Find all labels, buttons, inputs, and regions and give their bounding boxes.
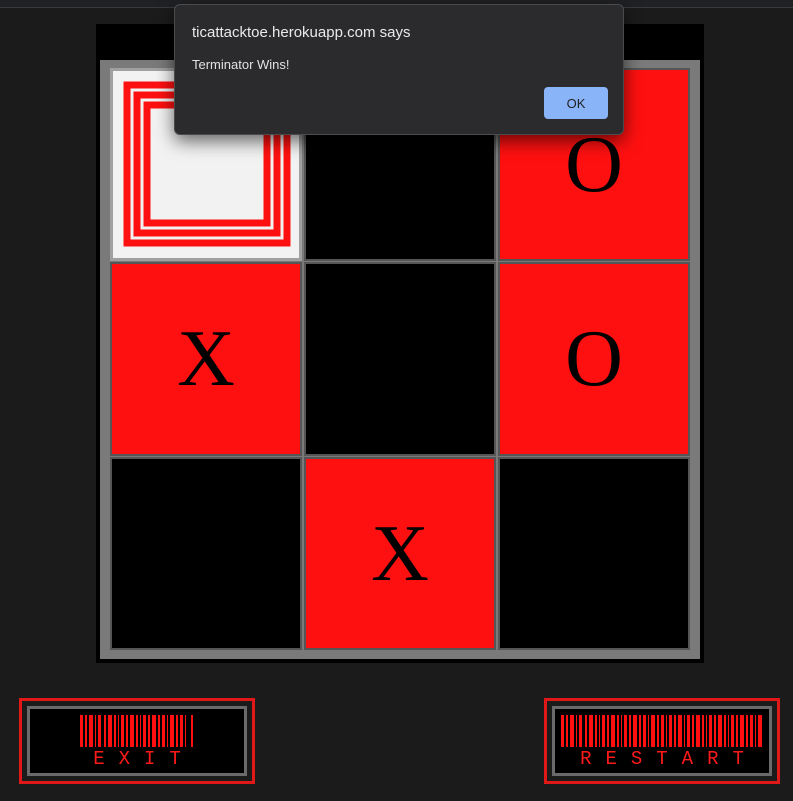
board-cell-4[interactable]: X — [110, 262, 302, 456]
board-cell-6[interactable]: O — [498, 262, 690, 456]
cell-mark: X — [371, 509, 429, 598]
barcode-icon — [561, 715, 762, 747]
dialog-message: Terminator Wins! — [192, 57, 290, 72]
barcode-icon — [80, 715, 193, 747]
restart-button-label: RESTART — [580, 748, 758, 770]
exit-button-label: EXIT — [93, 748, 195, 770]
ok-button[interactable]: OK — [544, 87, 608, 119]
board-cell-7[interactable] — [110, 457, 302, 650]
board-cell-9[interactable] — [498, 457, 690, 650]
alert-dialog: ticattacktoe.herokuapp.com says Terminat… — [174, 4, 624, 135]
exit-button-face: EXIT — [27, 706, 247, 776]
cell-mark: O — [565, 315, 623, 403]
restart-button-face: RESTART — [552, 706, 772, 776]
cell-mark: X — [177, 315, 235, 403]
dialog-title: ticattacktoe.herokuapp.com says — [192, 24, 411, 41]
exit-button[interactable]: EXIT — [19, 698, 255, 784]
board-cell-5[interactable] — [304, 262, 496, 456]
game-board: O X O X — [100, 60, 700, 659]
board-cell-8[interactable]: X — [304, 457, 496, 650]
cell-mark: O — [565, 120, 623, 209]
restart-button[interactable]: RESTART — [544, 698, 780, 784]
